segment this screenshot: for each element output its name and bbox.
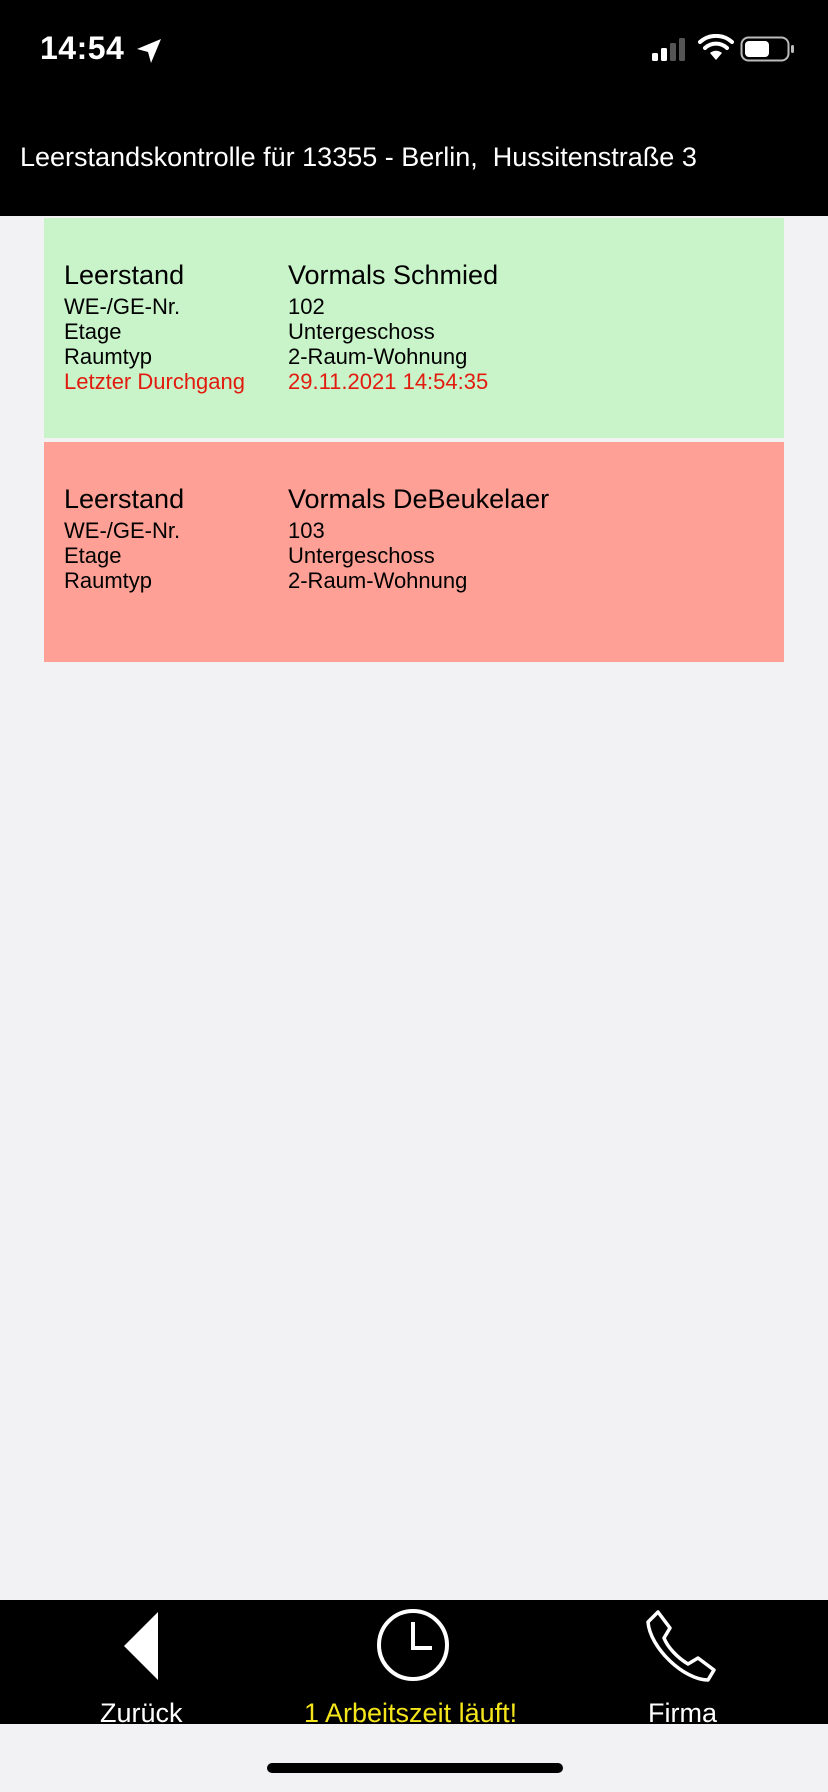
bottom-toolbar: Zurück 1 Arbeitszeit läuft! Firma [0,1600,828,1728]
status-bar: 14:54 [0,0,828,100]
unit-value: Vormals DeBeukelaer [288,484,550,514]
clock-icon [377,1609,449,1681]
battery-icon [740,36,794,62]
company-label: Firma [648,1698,717,1728]
unit-label: Raumtyp [64,568,153,593]
worktime-label: 1 Arbeitszeit läuft! [304,1698,518,1728]
unit-value: 29.11.2021 14:54:35 [288,369,489,394]
unit-row-floor: Etage Untergeschoss [64,543,764,569]
unit-card[interactable]: Leerstand Vormals DeBeukelaer WE-/GE-Nr.… [44,442,784,662]
unit-row-roomtype: Raumtyp 2-Raum-Wohnung [64,344,764,370]
unit-value: Untergeschoss [288,543,435,568]
unit-value: 2-Raum-Wohnung [288,344,468,369]
company-button[interactable]: Firma [620,1600,760,1728]
unit-label: Raumtyp [64,344,153,369]
unit-row-floor: Etage Untergeschoss [64,319,764,345]
unit-card[interactable]: Leerstand Vormals Schmied WE-/GE-Nr. 102… [44,218,784,438]
unit-row-leerstand: Leerstand Vormals Schmied [64,260,764,290]
unit-value: 103 [288,518,325,543]
page-title: Leerstandskontrolle für 13355 - Berlin, … [20,142,697,172]
unit-label: Etage [64,319,122,344]
unit-label: Letzter Durchgang [64,369,245,394]
back-arrow-icon [124,1612,158,1680]
worktime-button[interactable]: 1 Arbeitszeit läuft! [290,1600,540,1728]
app-header: Leerstandskontrolle für 13355 - Berlin, … [0,100,828,216]
status-time: 14:54 [40,30,125,66]
unit-row-last-check: Letzter Durchgang 29.11.2021 14:54:35 [64,369,764,395]
phone-icon [646,1610,716,1682]
unit-value: Untergeschoss [288,319,435,344]
unit-label: WE-/GE-Nr. [64,518,181,543]
back-label: Zurück [100,1698,183,1728]
unit-label: Etage [64,543,122,568]
unit-row-number: WE-/GE-Nr. 103 [64,518,764,544]
cellular-signal-icon [652,38,685,61]
unit-row-roomtype: Raumtyp 2-Raum-Wohnung [64,568,764,594]
unit-value: 102 [288,294,325,319]
unit-value: 2-Raum-Wohnung [288,568,468,593]
wifi-icon [698,34,734,60]
back-button[interactable]: Zurück [60,1600,230,1728]
unit-label: Leerstand [64,260,185,290]
unit-value: Vormals Schmied [288,260,499,290]
unit-row-number: WE-/GE-Nr. 102 [64,294,764,320]
home-indicator [267,1763,563,1773]
location-arrow-icon [137,39,161,63]
unit-row-leerstand: Leerstand Vormals DeBeukelaer [64,484,764,514]
unit-label: WE-/GE-Nr. [64,294,181,319]
unit-label: Leerstand [64,484,185,514]
